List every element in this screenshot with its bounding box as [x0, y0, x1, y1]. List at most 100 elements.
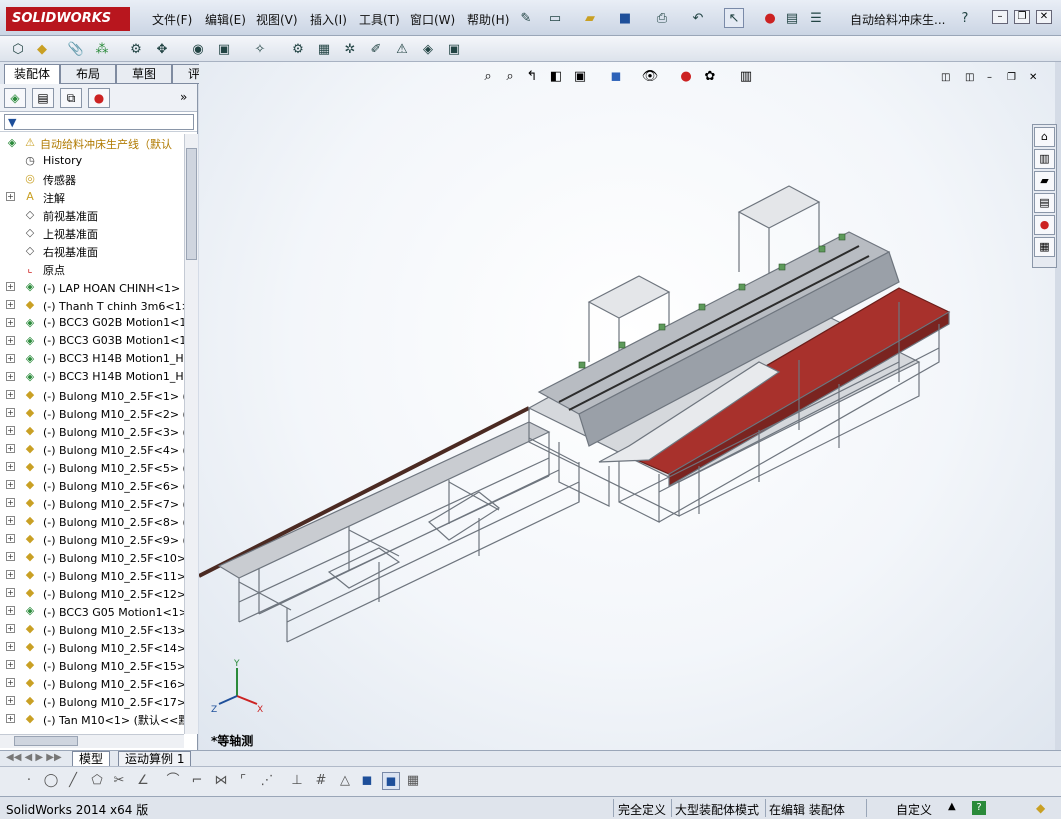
expand-toggle-icon[interactable]: + — [6, 282, 15, 291]
tab-model[interactable]: 模型 — [72, 751, 111, 767]
expand-toggle-icon[interactable]: + — [6, 498, 15, 507]
expand-toggle-icon[interactable]: + — [6, 588, 15, 597]
expand-toggle-icon[interactable]: + — [6, 714, 15, 723]
expand-toggle-icon[interactable]: + — [6, 300, 15, 309]
tree-item[interactable]: + ◈ (-) BCC3 G03B Motion1<1> ( — [0, 332, 184, 350]
tree-item[interactable]: + ◆ (-) Bulong M10_2.5F<5> (默 — [0, 458, 184, 476]
expand-toggle-icon[interactable]: + — [6, 354, 15, 363]
select-arrow-icon[interactable]: ↖ — [724, 8, 744, 28]
tree-item[interactable]: + ◈ (-) BCC3 H14B Motion1_HI<1 — [0, 350, 184, 368]
tree-item[interactable]: ◇ 右视基准面 — [0, 242, 184, 260]
assembly-model-drawing[interactable] — [199, 62, 1055, 750]
menu-edit[interactable]: 编辑(E) — [205, 11, 246, 28]
expand-toggle-icon[interactable]: + — [6, 642, 15, 651]
expand-toggle-icon[interactable]: + — [6, 390, 15, 399]
minimize-icon[interactable]: – — [992, 10, 1008, 24]
configuration-manager-icon[interactable]: ⧉ — [60, 88, 82, 108]
tree-filter-input[interactable]: ▼ — [4, 114, 194, 130]
tree-item[interactable]: + ◆ (-) Bulong M10_2.5F<2> (默 — [0, 404, 184, 422]
expand-toggle-icon[interactable]: + — [6, 570, 15, 579]
angle-icon[interactable]: ∠ — [134, 772, 152, 790]
expand-toggle-icon[interactable]: + — [6, 678, 15, 687]
tree-item[interactable]: + ◆ (-) Bulong M10_2.5F<4> (默 — [0, 440, 184, 458]
expand-toggle-icon[interactable]: + — [6, 624, 15, 633]
expand-toggle-icon[interactable]: + — [6, 372, 15, 381]
save-icon[interactable]: ■ — [615, 8, 635, 28]
rebuild-traffic-light-icon[interactable]: ● — [760, 8, 780, 28]
tree-item[interactable]: + ◆ (-) Bulong M10_2.5F<8> (默 — [0, 512, 184, 530]
units-selector[interactable]: 自定义 — [896, 801, 932, 818]
expand-toggle-icon[interactable]: + — [6, 444, 15, 453]
tree-item[interactable]: ◷ History — [0, 152, 184, 170]
expand-toggle-icon[interactable]: + — [6, 516, 15, 525]
tab-sketch[interactable]: 草图 — [116, 64, 172, 84]
tab-nav-arrows-icon[interactable]: ◀◀ ◀ ▶ ▶▶ — [6, 752, 62, 763]
shaded-cube-icon[interactable]: ◼ — [358, 772, 376, 790]
print-icon[interactable]: ⎙ — [652, 8, 672, 28]
expand-toggle-icon[interactable]: + — [6, 336, 15, 345]
appearances-icon[interactable]: ● — [1034, 215, 1055, 235]
tree-item[interactable]: + ◈ (-) BCC3 G05 Motion1<1> (默 — [0, 602, 184, 620]
tree-item[interactable]: + ◆ (-) Bulong M10_2.5F<7> (默 — [0, 494, 184, 512]
view-palette-icon[interactable]: ▤ — [1034, 193, 1055, 213]
close-icon[interactable]: ✕ — [1036, 10, 1052, 24]
polygon-icon[interactable]: ⬠ — [88, 772, 106, 790]
units-dropdown-icon[interactable]: ▲ — [948, 801, 956, 812]
circle-icon[interactable]: ◯ — [42, 772, 60, 790]
status-help-icon[interactable]: ? — [972, 801, 986, 815]
exploded-view-icon[interactable]: ✲ — [340, 39, 360, 59]
interference-detection-icon[interactable]: ⚠ — [392, 39, 412, 59]
tree-item[interactable]: ◎ 传感器 — [0, 170, 184, 188]
edges-cube-icon[interactable]: ◼ — [382, 772, 400, 790]
offset-icon[interactable]: ⌒ — [164, 772, 182, 790]
menu-insert[interactable]: 插入(I) — [310, 11, 347, 28]
expand-toggle-icon[interactable]: + — [6, 660, 15, 669]
mate-icon[interactable]: 📎 — [66, 39, 86, 59]
smart-dimension-icon[interactable]: ⊥ — [288, 772, 306, 790]
table-icon[interactable]: ▦ — [404, 772, 422, 790]
tree-item[interactable]: + ◆ (-) Tan M10<1> (默认<<默 — [0, 710, 184, 728]
mirror-icon[interactable]: ⋈ — [212, 772, 230, 790]
expand-toggle-icon[interactable]: + — [6, 606, 15, 615]
tree-item[interactable]: + ◆ (-) Bulong M10_2.5F<1> (默 — [0, 386, 184, 404]
expand-panel-icon[interactable]: » — [180, 90, 187, 104]
tree-item[interactable]: + ◆ (-) Bulong M10_2.5F<14> (默 — [0, 638, 184, 656]
file-properties-icon[interactable]: ▤ — [782, 8, 802, 28]
menu-window[interactable]: 窗口(W) — [410, 11, 455, 28]
hscroll-thumb[interactable] — [14, 736, 78, 746]
grid-icon[interactable]: # — [312, 772, 330, 790]
menu-help[interactable]: 帮助(H) — [467, 11, 509, 28]
tree-item[interactable]: + ◆ (-) Bulong M10_2.5F<15> (默 — [0, 656, 184, 674]
tree-horizontal-scrollbar[interactable] — [0, 734, 184, 748]
tree-item[interactable]: + ◈ (-) BCC3 H14B Motion1_HI<2 — [0, 368, 184, 386]
open-folder-icon[interactable]: ▰ — [580, 8, 600, 28]
corner-rectangle-icon[interactable]: ⌜ — [234, 772, 252, 790]
expand-toggle-icon[interactable]: + — [6, 480, 15, 489]
show-hidden-icon[interactable]: ◉ — [188, 39, 208, 59]
insert-component-icon[interactable]: ⬡ — [8, 39, 28, 59]
tab-motion-study[interactable]: 运动算例 1 — [118, 751, 192, 767]
fillet-icon[interactable]: ⌐ — [188, 772, 206, 790]
reference-geometry-icon[interactable]: ✧ — [250, 39, 270, 59]
menu-tools[interactable]: 工具(T) — [359, 11, 400, 28]
tree-vertical-scrollbar[interactable] — [184, 134, 198, 734]
tree-item[interactable]: + ◆ (-) Bulong M10_2.5F<12> (默 — [0, 584, 184, 602]
assembly-features-icon[interactable]: ▣ — [214, 39, 234, 59]
clearance-verification-icon[interactable]: ◈ — [418, 39, 438, 59]
expand-toggle-icon[interactable]: + — [6, 192, 15, 201]
new-part-icon[interactable]: ◆ — [32, 39, 52, 59]
tree-item[interactable]: + ◈ (-) LAP HOAN CHINH<1> (默 — [0, 278, 184, 296]
section-plane-icon[interactable]: △ — [336, 772, 354, 790]
expand-toggle-icon[interactable]: + — [6, 318, 15, 327]
options-icon[interactable]: ☰ — [806, 8, 826, 28]
centerline-icon[interactable]: ⋰ — [258, 772, 276, 790]
display-manager-icon[interactable]: ● — [88, 88, 110, 108]
property-manager-icon[interactable]: ▤ — [32, 88, 54, 108]
tree-item[interactable]: + ◆ (-) Bulong M10_2.5F<6> (默 — [0, 476, 184, 494]
restore-icon[interactable]: ❐ — [1014, 10, 1030, 24]
menu-view[interactable]: 视图(V) — [256, 11, 298, 28]
graphics-area[interactable]: ⌕ ⌕ ↰ ◧ ▣ ◼ 👁 ● ✿ ▥ ◫ ◫ – ❐ ✕ Y X Z *等轴测 — [199, 62, 1055, 750]
tree-item[interactable]: ⌞ 原点 — [0, 260, 184, 278]
expand-toggle-icon[interactable]: + — [6, 408, 15, 417]
tree-item[interactable]: + ◈ (-) BCC3 G02B Motion1<1> ( — [0, 314, 184, 332]
